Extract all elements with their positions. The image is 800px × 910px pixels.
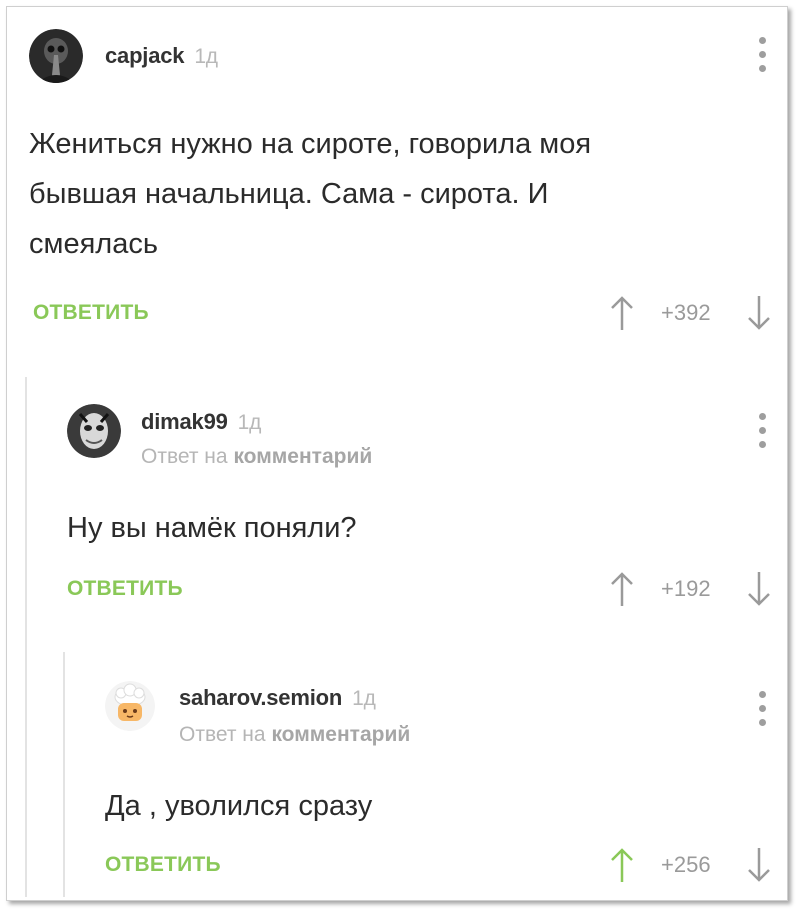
- comment-menu-icon[interactable]: [755, 411, 769, 451]
- upvote-arrow-icon[interactable]: [610, 847, 634, 888]
- comment-score: +256: [661, 852, 711, 877]
- reply-to-prefix: Ответ на: [179, 723, 266, 746]
- reply-to-text: Ответ на комментарий: [141, 445, 372, 469]
- comment-text-line: смеялась: [29, 228, 158, 260]
- comment-time: 1д: [352, 687, 376, 710]
- comment-menu-icon[interactable]: [755, 689, 769, 729]
- downvote-arrow-icon[interactable]: [747, 571, 771, 612]
- comment-score: +192: [661, 576, 711, 601]
- chef-cartoon-avatar[interactable]: [105, 681, 155, 731]
- comment-time: 1д: [194, 45, 218, 68]
- username-text[interactable]: capjack: [105, 43, 185, 68]
- username-text[interactable]: saharov.semion: [179, 685, 342, 710]
- username-text[interactable]: dimak99: [141, 409, 228, 434]
- thread-line-level-2: [63, 652, 65, 897]
- upvote-arrow-icon[interactable]: [610, 571, 634, 612]
- reply-button[interactable]: ОТВЕТИТЬ: [33, 301, 149, 325]
- reply-to-text: Ответ на комментарий: [179, 723, 410, 747]
- reply-to-link[interactable]: комментарий: [271, 723, 410, 746]
- comment-text-line: бывшая начальница. Сама - сирота. И: [29, 178, 549, 210]
- reply-to-prefix: Ответ на: [141, 445, 228, 468]
- upvote-arrow-icon[interactable]: [610, 295, 634, 336]
- comment-text-line: Жениться нужно на сироте, говорила моя: [29, 128, 592, 160]
- comment-time: 1д: [237, 411, 262, 434]
- plague-doctor-avatar[interactable]: [29, 29, 83, 83]
- reply-to-link[interactable]: комментарий: [233, 445, 372, 468]
- downvote-arrow-icon[interactable]: [747, 295, 771, 336]
- comment-username[interactable]: saharov.semion 1д: [179, 685, 376, 711]
- comment-text: Жениться нужно на сироте, говорила моя б…: [29, 119, 769, 269]
- comment-username[interactable]: capjack 1д: [105, 43, 218, 69]
- downvote-arrow-icon[interactable]: [747, 847, 771, 888]
- comment-text: Да , уволился сразу: [105, 790, 373, 822]
- comment-text: Ну вы намёк поняли?: [67, 512, 357, 544]
- comment-username[interactable]: dimak99 1д: [141, 409, 261, 435]
- reply-button[interactable]: ОТВЕТИТЬ: [105, 853, 221, 877]
- comment-menu-icon[interactable]: [755, 35, 769, 75]
- comment-score: +392: [661, 300, 711, 325]
- thread-line-level-1: [25, 377, 27, 897]
- masked-face-avatar[interactable]: [67, 404, 121, 458]
- comments-panel: capjack 1д Жениться нужно на сироте, гово…: [6, 6, 788, 901]
- reply-button[interactable]: ОТВЕТИТЬ: [67, 577, 183, 601]
